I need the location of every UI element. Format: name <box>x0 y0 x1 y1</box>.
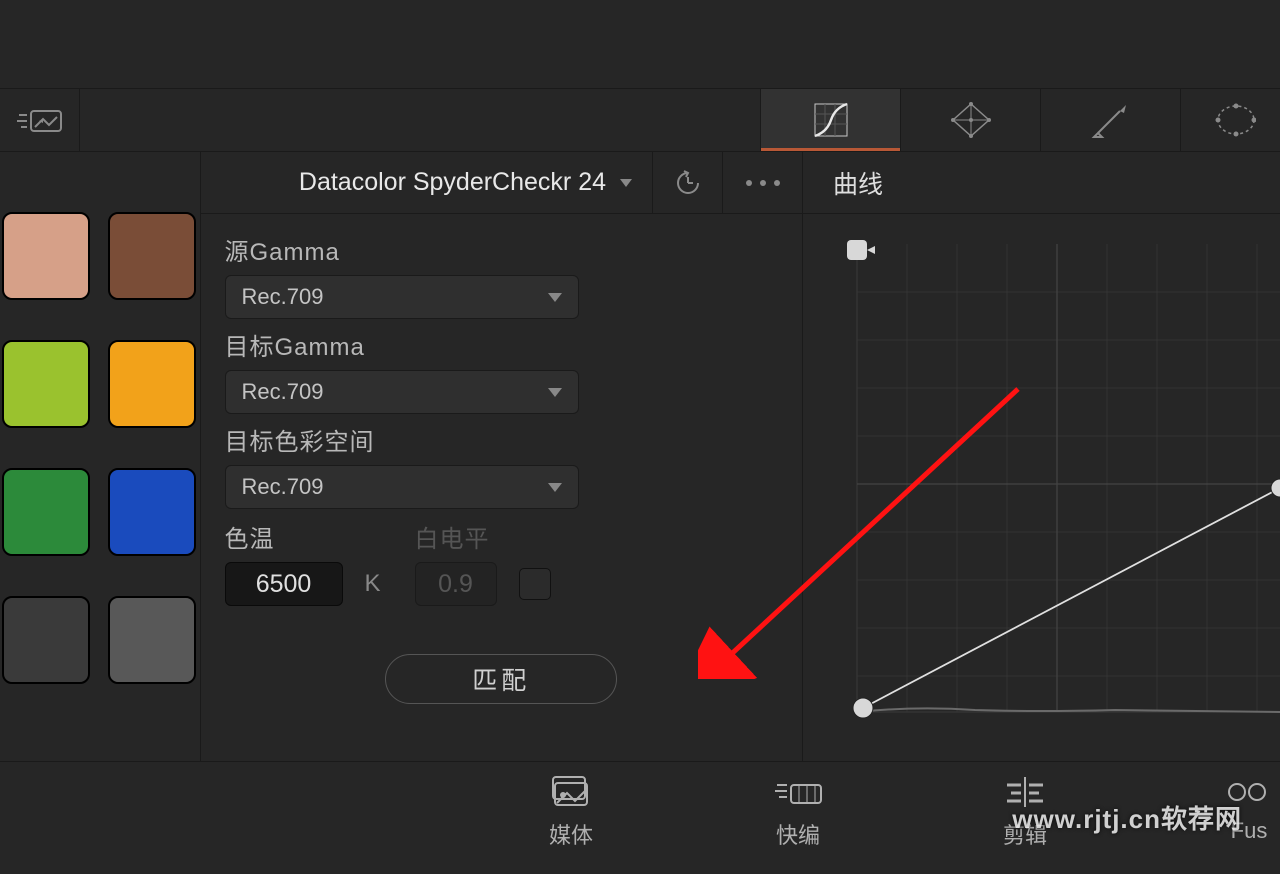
swatch-3-0[interactable] <box>2 596 90 684</box>
curve-point-top[interactable] <box>847 240 875 260</box>
page-fusion[interactable]: Fus <box>1227 772 1271 872</box>
swatch-1-1[interactable] <box>108 340 196 428</box>
color-swatch-panel <box>0 152 200 761</box>
chart-selector[interactable]: Datacolor SpyderCheckr 24 <box>201 168 653 197</box>
target-colorspace-label: 目标色彩空间 <box>225 422 779 457</box>
curves-tool-icon[interactable] <box>760 89 900 151</box>
fusion-icon <box>1227 772 1271 812</box>
source-gamma-label: 源Gamma <box>225 232 779 267</box>
reset-icon[interactable] <box>652 152 722 213</box>
cut-icon <box>773 772 823 812</box>
page-edit[interactable]: 剪辑 <box>1003 772 1047 872</box>
temperature-label: 色温 <box>225 519 381 554</box>
chevron-down-icon <box>548 483 562 492</box>
temperature-input[interactable]: 6500 <box>225 562 343 606</box>
window-tool-icon[interactable] <box>1180 89 1280 151</box>
page-navigation: 媒体 快编 剪辑 Fus <box>0 762 1280 872</box>
curves-panel-title: 曲线 <box>803 152 1280 214</box>
page-cut[interactable]: 快编 <box>773 772 823 872</box>
qualifier-tool-icon[interactable] <box>1040 89 1180 151</box>
page-media[interactable]: 媒体 <box>549 772 593 872</box>
chevron-down-icon <box>548 293 562 302</box>
chevron-down-icon <box>620 179 632 187</box>
swatch-2-0[interactable] <box>2 468 90 556</box>
curves-graph[interactable] <box>835 234 1280 724</box>
swatch-0-1[interactable] <box>108 212 196 300</box>
target-colorspace-select[interactable]: Rec.709 <box>225 465 579 509</box>
temperature-unit: K <box>365 570 381 598</box>
match-button[interactable]: 匹配 <box>385 654 617 704</box>
curves-panel: 曲线 <box>803 152 1280 761</box>
edit-icon <box>1003 772 1047 812</box>
swatch-2-1[interactable] <box>108 468 196 556</box>
source-gamma-select[interactable]: Rec.709 <box>225 275 579 319</box>
white-level-label: 白电平 <box>415 519 551 554</box>
curve-point-right[interactable] <box>1271 479 1280 497</box>
media-icon <box>551 772 591 812</box>
target-gamma-select[interactable]: Rec.709 <box>225 370 579 414</box>
swatch-3-1[interactable] <box>108 596 196 684</box>
gallery-icon[interactable] <box>0 89 80 151</box>
main-toolbar <box>0 88 1280 152</box>
chevron-down-icon <box>548 388 562 397</box>
target-gamma-label: 目标Gamma <box>225 327 779 362</box>
swatch-1-0[interactable] <box>2 340 90 428</box>
chart-selector-label: Datacolor SpyderCheckr 24 <box>299 168 606 197</box>
color-match-panel: Datacolor SpyderCheckr 24 源Gamma Rec.709 <box>200 152 804 761</box>
white-level-checkbox[interactable] <box>519 568 551 600</box>
curve-point-bottom[interactable] <box>853 698 873 718</box>
more-options-icon[interactable] <box>722 152 802 213</box>
swatch-0-0[interactable] <box>2 212 90 300</box>
white-level-input: 0.9 <box>415 562 497 606</box>
warper-tool-icon[interactable] <box>900 89 1040 151</box>
